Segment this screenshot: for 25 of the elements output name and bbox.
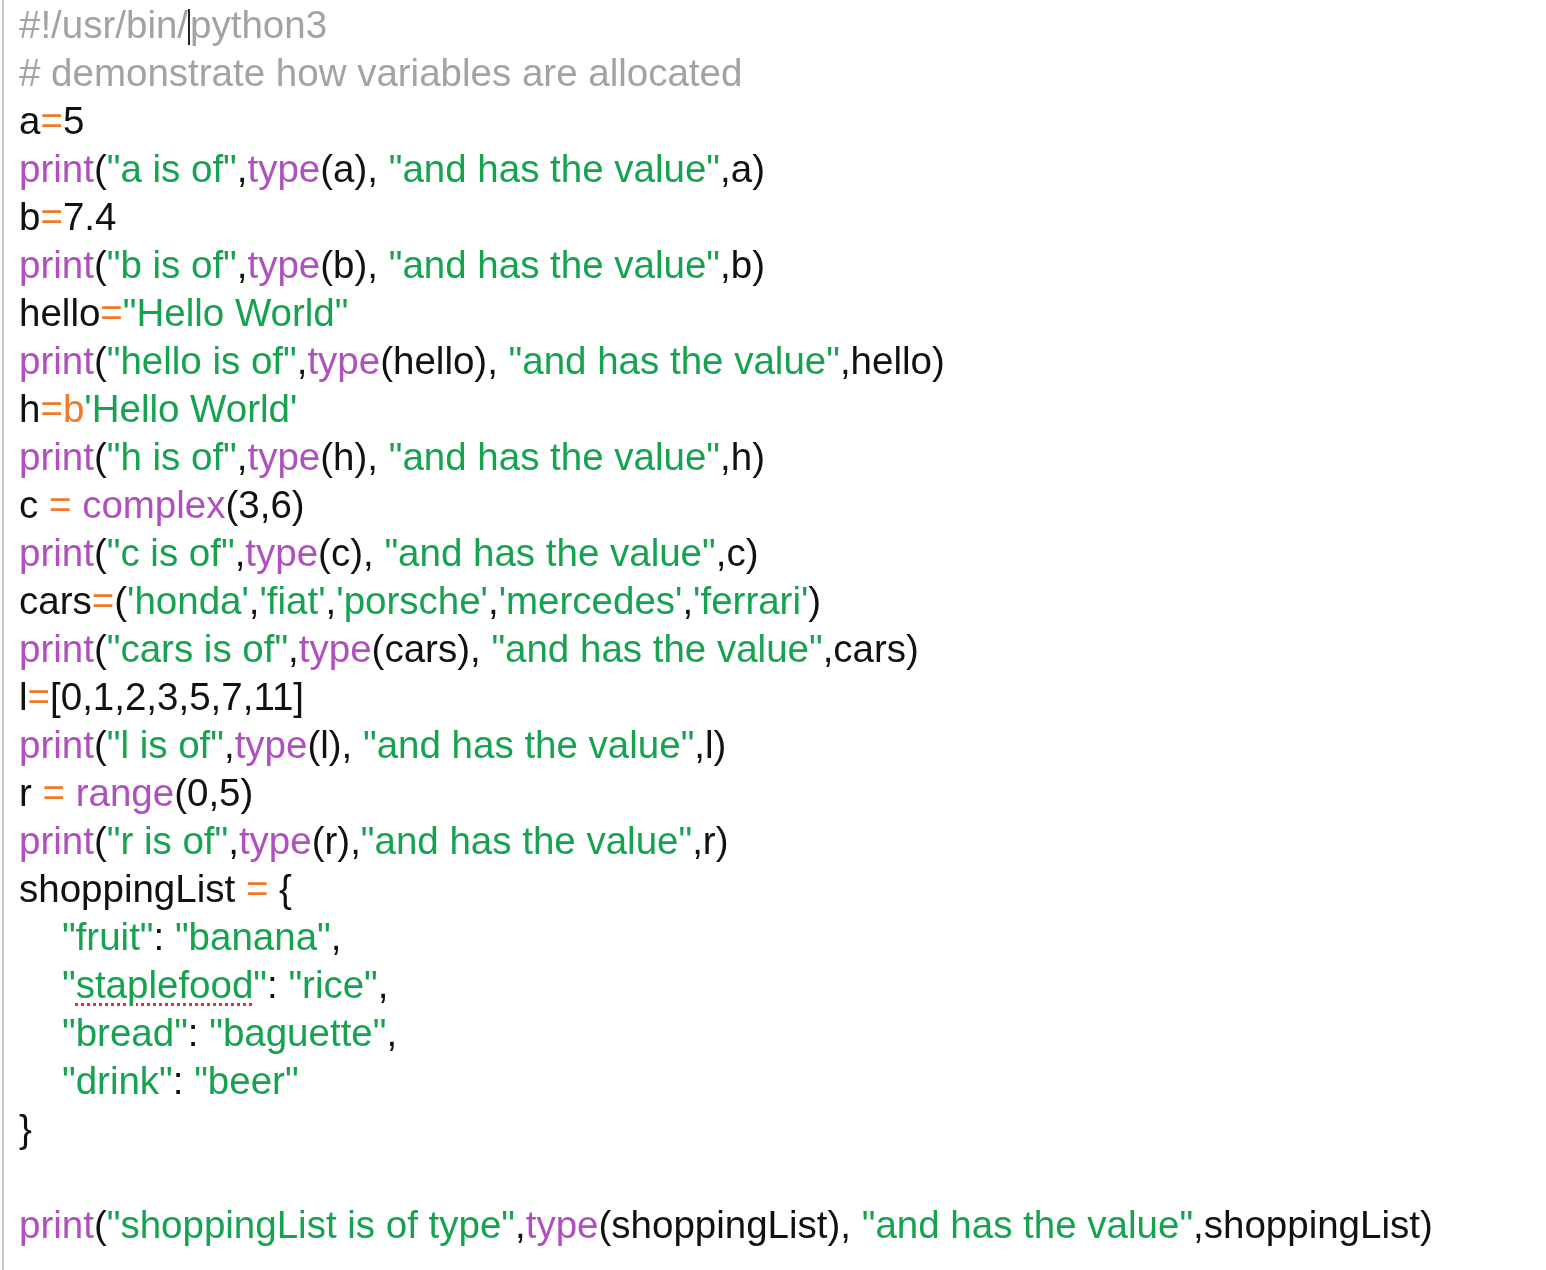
code-line: c = complex(3,6) [19, 482, 305, 528]
code-line: } [19, 1106, 32, 1152]
code-line: b=7.4 [19, 194, 117, 240]
code-line: h=b'Hello World' [19, 386, 298, 432]
code-line: a=5 [19, 98, 85, 144]
code-line: print("b is of",type(b), "and has the value",b) [19, 242, 765, 288]
code-line: shoppingList = { [19, 866, 292, 912]
code-line: "drink": "beer" [61, 1058, 299, 1104]
code-line: print("shoppingList is of type",type(shoppingList), "and has the value",shoppingList) [19, 1202, 1433, 1248]
code-line: print("a is of",type(a), "and has the value",a) [19, 146, 765, 192]
code-line: "fruit": "banana", [61, 914, 342, 960]
code-line: print("r is of",type(r),"and has the value",r) [19, 818, 729, 864]
code-line: hello="Hello World" [19, 290, 349, 336]
code-line: # demonstrate how variables are allocated [19, 50, 743, 96]
code-line: cars=('honda','fiat','porsche','mercedes','ferrari') [19, 578, 822, 624]
code-line: "bread": "baguette", [61, 1010, 398, 1056]
code-line: print("l is of",type(l), "and has the value",l) [19, 722, 727, 768]
code-line: "staplefood": "rice", [61, 962, 389, 1008]
code-line: r = range(0,5) [19, 770, 254, 816]
code-line: #!/usr/bin/python3 [19, 2, 328, 48]
code-line: l=[0,1,2,3,5,7,11] [19, 674, 305, 720]
code-line: print("h is of",type(h), "and has the value",h) [19, 434, 765, 480]
code-line: print("hello is of",type(hello), "and has the value",hello) [19, 338, 945, 384]
code-line: print("cars is of",type(cars), "and has the value",cars) [19, 626, 919, 672]
code-line: print("c is of",type(c), "and has the value",c) [19, 530, 759, 576]
